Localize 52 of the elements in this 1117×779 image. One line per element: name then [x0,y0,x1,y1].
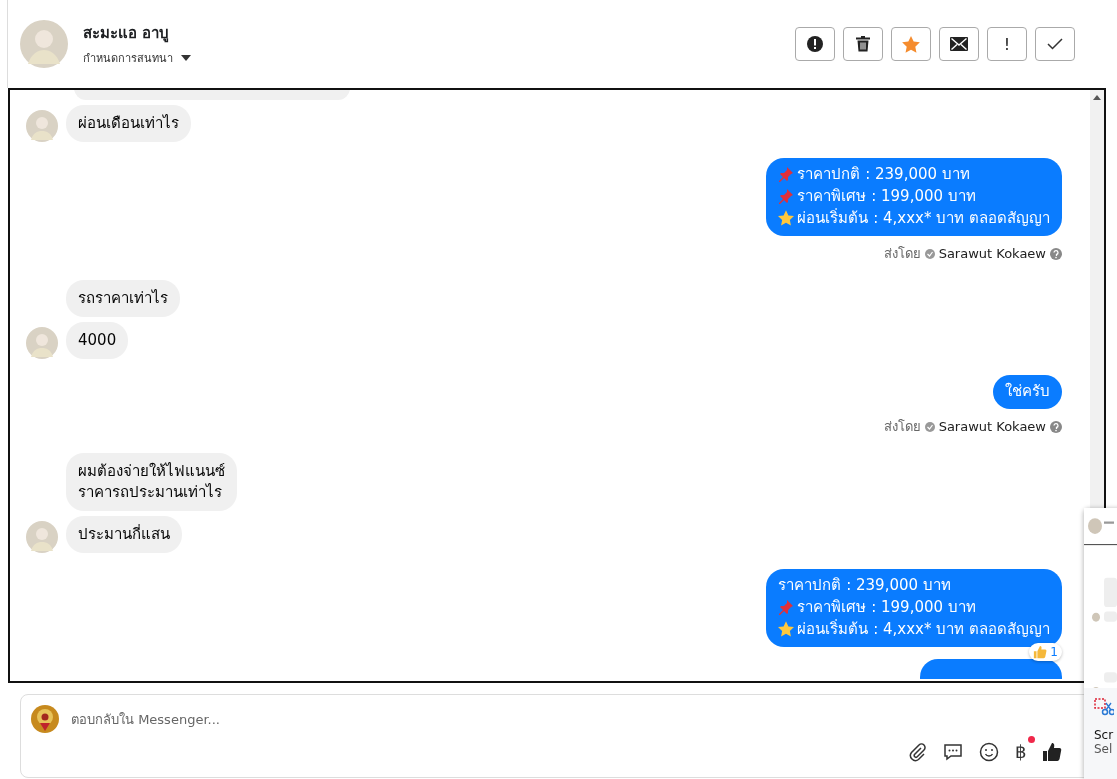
emblem-icon [31,705,59,733]
avatar [26,110,58,142]
contact-name: สะมะแอ อาบู [83,23,171,45]
avatar [26,521,58,553]
message-bubble: ประมานกี่แสน [66,516,182,553]
pushpin-icon [778,188,795,204]
message-bubble: ใช่ครับ [993,375,1062,409]
verified-icon [924,421,935,432]
popup-subtitle: Sel [1094,742,1114,756]
reply-placeholder: ตอบกลับใน Messenger... [71,710,220,729]
pushpin-icon [778,599,795,615]
star-icon [778,210,795,226]
avatar [26,327,58,359]
thumbs-up-icon [1033,645,1048,659]
report-button[interactable] [795,27,835,61]
like-reaction[interactable]: 1 [1029,643,1062,661]
help-icon[interactable] [1050,247,1062,260]
emoji-icon[interactable] [979,741,999,762]
message-bubble: รถราคาเท่าไร [66,280,180,317]
sent-by-label: ส่งโดย [883,245,921,263]
star-icon [902,35,920,53]
important-button[interactable]: ! [987,27,1027,61]
message-bubble: ผ่อนเดือนเท่าไร [66,105,191,142]
delete-button[interactable] [843,27,883,61]
conversation-settings-dropdown[interactable]: กำหนดการสนทนา [83,49,191,67]
trash-icon [856,36,870,52]
scroll-up-icon[interactable] [1093,95,1101,100]
sent-by-label: ส่งโดย [883,418,921,436]
message-bubble: ผมต้องจ่ายให้ไฟแนนซ์ ราคารถประมานเท่าไร [66,453,237,511]
pushpin-icon [778,166,795,182]
popup-title: Scr [1094,728,1115,742]
alert-icon [806,35,824,53]
done-button[interactable] [1035,27,1075,61]
message-bubble: 4000 [66,322,129,359]
notification-dot [1028,736,1036,743]
help-icon[interactable] [1050,420,1062,433]
caret-icon [181,55,191,61]
sender-name: Sarawut Kokaew [938,246,1046,261]
chat-icon[interactable] [943,741,963,762]
verified-icon [924,248,935,259]
sender-name: Sarawut Kokaew [938,419,1046,434]
snipping-tool-icon[interactable] [1094,698,1114,716]
payment-button[interactable]: ฿ [1015,741,1027,762]
thumbs-up-icon[interactable] [1042,741,1063,762]
envelope-icon [950,37,968,51]
message-bubble: ราคาปกติ : 239,000 บาท ราคาพิเศษ : 199,000 บาท ผ่อนเริ่มต้น : 4,xxx* บาท ตลอดสัญญา [766,158,1062,236]
paperclip-icon[interactable] [907,741,927,762]
mail-button[interactable] [939,27,979,61]
avatar [20,20,68,68]
star-button[interactable] [891,27,931,61]
star-icon [778,621,795,637]
check-icon [1047,38,1063,50]
